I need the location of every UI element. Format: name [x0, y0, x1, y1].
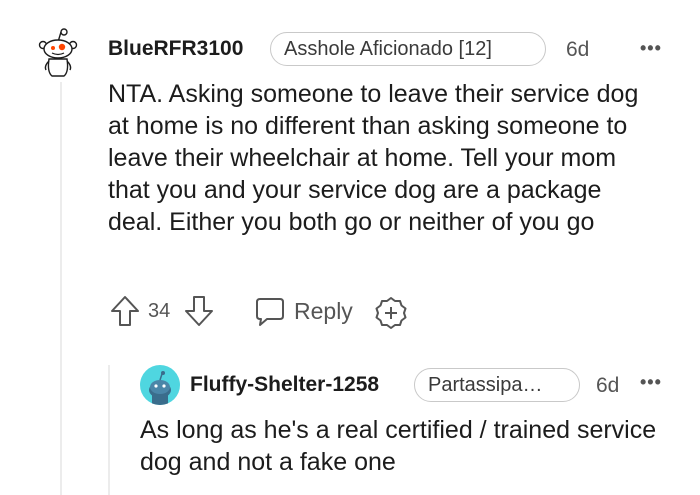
reply-button[interactable]: Reply	[252, 294, 356, 330]
snoo-avatar-icon	[149, 371, 171, 405]
comment-timestamp[interactable]: 6d	[566, 38, 589, 62]
reply-body: As long as he's a real certified / train…	[140, 416, 657, 476]
vote-count: 34	[148, 300, 171, 322]
user-flair: Asshole Aficionado [12]	[270, 32, 546, 66]
comment-body: NTA. Asking someone to leave their servi…	[108, 80, 639, 236]
comment-username[interactable]: BlueRFR3100	[108, 37, 243, 61]
reply-more-options-icon[interactable]: •••	[640, 372, 662, 393]
speech-bubble-icon	[256, 298, 284, 326]
thread-line[interactable]	[60, 82, 62, 495]
downvote-icon[interactable]	[184, 295, 214, 327]
reply-user-flair: Partassipa…	[414, 368, 580, 402]
award-plus-icon[interactable]	[374, 296, 408, 330]
reply-thread-line[interactable]	[108, 365, 110, 495]
reply-timestamp[interactable]: 6d	[596, 374, 619, 398]
reply-username[interactable]: Fluffy-Shelter-1258	[190, 373, 379, 397]
reply-avatar[interactable]	[140, 365, 180, 405]
snoo-avatar-icon	[38, 28, 78, 77]
avatar[interactable]	[36, 28, 80, 78]
more-options-icon[interactable]: •••	[640, 38, 662, 59]
comment-thread: BlueRFR3100 Asshole Aficionado [12] 6d •…	[0, 0, 700, 495]
reply-label: Reply	[294, 298, 353, 324]
upvote-icon[interactable]	[110, 295, 140, 327]
